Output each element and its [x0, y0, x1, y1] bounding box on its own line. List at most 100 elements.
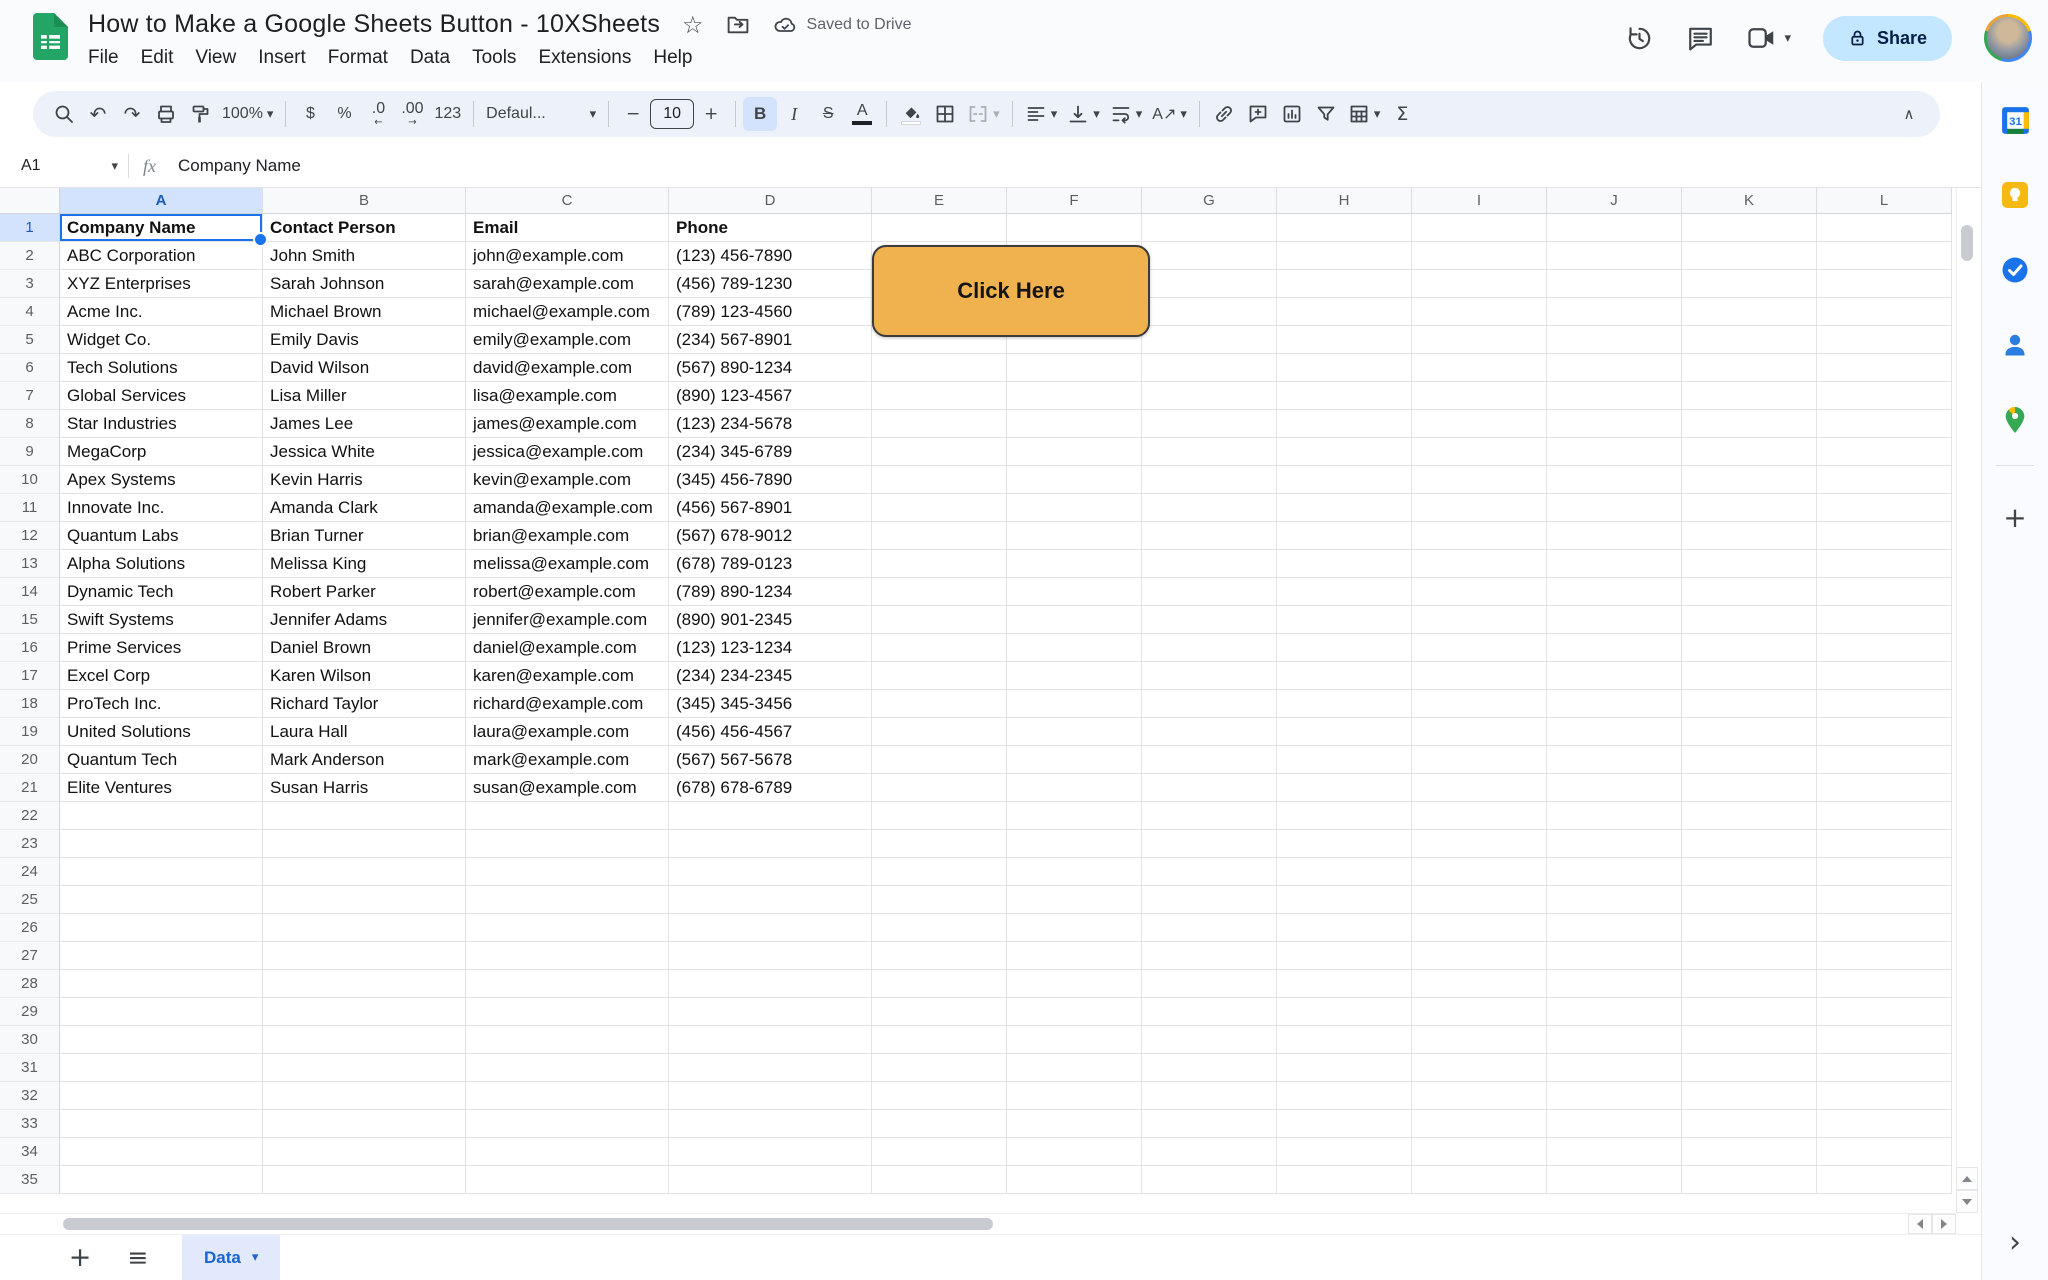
- cell-B34[interactable]: [263, 1138, 466, 1166]
- cell-I17[interactable]: [1412, 662, 1547, 690]
- cell-E11[interactable]: [872, 494, 1007, 522]
- cell-C27[interactable]: [466, 942, 669, 970]
- row-header-20[interactable]: 20: [0, 746, 60, 774]
- calendar-icon[interactable]: 31: [1995, 100, 2035, 140]
- cell-J8[interactable]: [1547, 410, 1682, 438]
- cell-I29[interactable]: [1412, 998, 1547, 1026]
- cell-B19[interactable]: Laura Hall: [263, 718, 466, 746]
- column-header-I[interactable]: I: [1412, 188, 1547, 214]
- cell-G25[interactable]: [1142, 886, 1277, 914]
- column-header-L[interactable]: L: [1817, 188, 1952, 214]
- cell-C19[interactable]: laura@example.com: [466, 718, 669, 746]
- cell-H2[interactable]: [1277, 242, 1412, 270]
- cell-K17[interactable]: [1682, 662, 1817, 690]
- version-history-icon[interactable]: [1625, 24, 1654, 53]
- cell-L4[interactable]: [1817, 298, 1952, 326]
- cell-K20[interactable]: [1682, 746, 1817, 774]
- cell-C8[interactable]: james@example.com: [466, 410, 669, 438]
- cell-L13[interactable]: [1817, 550, 1952, 578]
- cell-A26[interactable]: [60, 914, 263, 942]
- cell-L22[interactable]: [1817, 802, 1952, 830]
- cell-F22[interactable]: [1007, 802, 1142, 830]
- cell-B26[interactable]: [263, 914, 466, 942]
- cell-K16[interactable]: [1682, 634, 1817, 662]
- format-currency-button[interactable]: $: [293, 97, 327, 131]
- format-percent-button[interactable]: %: [327, 97, 361, 131]
- cell-G15[interactable]: [1142, 606, 1277, 634]
- cell-F12[interactable]: [1007, 522, 1142, 550]
- cell-C2[interactable]: john@example.com: [466, 242, 669, 270]
- undo-button[interactable]: ↶: [81, 97, 115, 131]
- cell-D15[interactable]: (890) 901-2345: [669, 606, 872, 634]
- cell-E29[interactable]: [872, 998, 1007, 1026]
- cell-F26[interactable]: [1007, 914, 1142, 942]
- cell-E20[interactable]: [872, 746, 1007, 774]
- row-header-26[interactable]: 26: [0, 914, 60, 942]
- cell-J33[interactable]: [1547, 1110, 1682, 1138]
- row-header-3[interactable]: 3: [0, 270, 60, 298]
- cell-D30[interactable]: [669, 1026, 872, 1054]
- functions-button[interactable]: Σ: [1385, 97, 1419, 131]
- cell-A15[interactable]: Swift Systems: [60, 606, 263, 634]
- cell-K9[interactable]: [1682, 438, 1817, 466]
- click-here-drawing-button[interactable]: Click Here: [872, 245, 1150, 337]
- cell-C3[interactable]: sarah@example.com: [466, 270, 669, 298]
- cell-D18[interactable]: (345) 345-3456: [669, 690, 872, 718]
- cell-C1[interactable]: Email: [466, 214, 669, 242]
- cell-F20[interactable]: [1007, 746, 1142, 774]
- cell-F27[interactable]: [1007, 942, 1142, 970]
- row-header-18[interactable]: 18: [0, 690, 60, 718]
- decrease-font-size-button[interactable]: −: [616, 97, 650, 131]
- cell-B5[interactable]: Emily Davis: [263, 326, 466, 354]
- cell-J23[interactable]: [1547, 830, 1682, 858]
- cell-F29[interactable]: [1007, 998, 1142, 1026]
- cell-A8[interactable]: Star Industries: [60, 410, 263, 438]
- scroll-left-button[interactable]: [1908, 1214, 1932, 1234]
- cell-L21[interactable]: [1817, 774, 1952, 802]
- cell-H29[interactable]: [1277, 998, 1412, 1026]
- cell-H8[interactable]: [1277, 410, 1412, 438]
- cell-K29[interactable]: [1682, 998, 1817, 1026]
- cell-H34[interactable]: [1277, 1138, 1412, 1166]
- cell-K33[interactable]: [1682, 1110, 1817, 1138]
- cell-J29[interactable]: [1547, 998, 1682, 1026]
- cell-H15[interactable]: [1277, 606, 1412, 634]
- cell-C12[interactable]: brian@example.com: [466, 522, 669, 550]
- cell-I14[interactable]: [1412, 578, 1547, 606]
- cell-E10[interactable]: [872, 466, 1007, 494]
- cell-A14[interactable]: Dynamic Tech: [60, 578, 263, 606]
- cell-I27[interactable]: [1412, 942, 1547, 970]
- cell-B25[interactable]: [263, 886, 466, 914]
- sheets-logo-icon[interactable]: [33, 13, 68, 60]
- cell-B13[interactable]: Melissa King: [263, 550, 466, 578]
- cell-I22[interactable]: [1412, 802, 1547, 830]
- cell-B12[interactable]: Brian Turner: [263, 522, 466, 550]
- cell-A11[interactable]: Innovate Inc.: [60, 494, 263, 522]
- document-title[interactable]: How to Make a Google Sheets Button - 10X…: [88, 10, 660, 39]
- menu-extensions[interactable]: Extensions: [527, 44, 642, 72]
- cell-F1[interactable]: [1007, 214, 1142, 242]
- cell-C10[interactable]: kevin@example.com: [466, 466, 669, 494]
- cell-J9[interactable]: [1547, 438, 1682, 466]
- cell-J35[interactable]: [1547, 1166, 1682, 1194]
- cell-J31[interactable]: [1547, 1054, 1682, 1082]
- cell-G5[interactable]: [1142, 326, 1277, 354]
- cell-L29[interactable]: [1817, 998, 1952, 1026]
- text-rotation-button[interactable]: A↗ ▾: [1147, 97, 1192, 131]
- cell-J25[interactable]: [1547, 886, 1682, 914]
- cell-B18[interactable]: Richard Taylor: [263, 690, 466, 718]
- cell-G7[interactable]: [1142, 382, 1277, 410]
- cell-L28[interactable]: [1817, 970, 1952, 998]
- cell-D4[interactable]: (789) 123-4560: [669, 298, 872, 326]
- cell-E22[interactable]: [872, 802, 1007, 830]
- cell-L18[interactable]: [1817, 690, 1952, 718]
- borders-button[interactable]: [928, 97, 962, 131]
- cell-I2[interactable]: [1412, 242, 1547, 270]
- cell-H7[interactable]: [1277, 382, 1412, 410]
- cell-B23[interactable]: [263, 830, 466, 858]
- cell-C6[interactable]: david@example.com: [466, 354, 669, 382]
- cell-G14[interactable]: [1142, 578, 1277, 606]
- row-header-7[interactable]: 7: [0, 382, 60, 410]
- cell-G33[interactable]: [1142, 1110, 1277, 1138]
- collapse-panel-icon[interactable]: ›: [1995, 1222, 2035, 1262]
